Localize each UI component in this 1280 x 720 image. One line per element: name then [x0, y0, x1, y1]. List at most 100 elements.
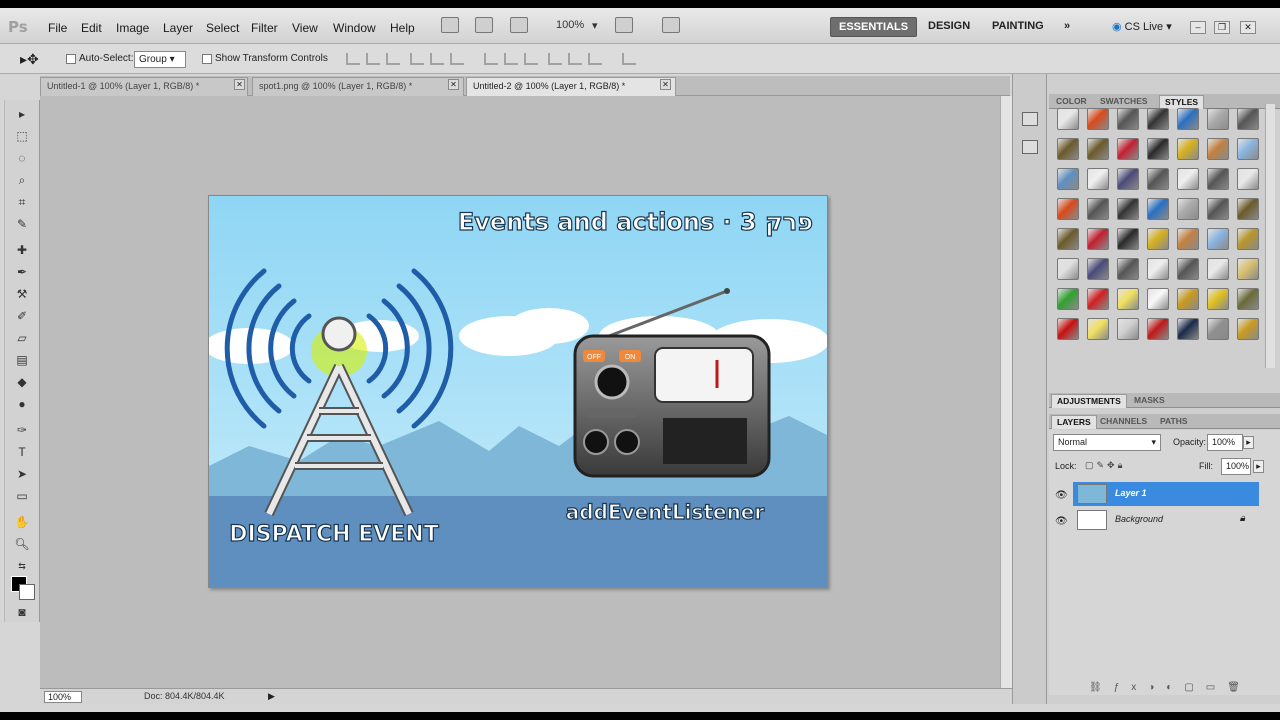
style-swatch[interactable] [1057, 198, 1079, 220]
distribute-left-icon[interactable] [548, 53, 562, 65]
close-tab-icon[interactable]: ✕ [660, 79, 671, 90]
style-swatch[interactable] [1147, 288, 1169, 310]
crop-tool-icon[interactable]: ⌗ [13, 194, 31, 210]
eye-icon[interactable]: 👁︎ [1055, 516, 1068, 527]
style-swatch[interactable] [1207, 258, 1229, 280]
style-swatch[interactable] [1147, 108, 1169, 130]
style-swatch[interactable] [1207, 228, 1229, 250]
menu-filter[interactable]: Filter [251, 21, 278, 35]
style-swatch[interactable] [1177, 198, 1199, 220]
chevron-down-icon[interactable]: ▾ [592, 19, 598, 32]
eye-icon[interactable]: 👁︎ [1055, 490, 1068, 501]
clone-stamp-tool-icon[interactable]: ⚒ [13, 286, 31, 302]
fill-arrow-icon[interactable]: ▸ [1253, 460, 1264, 473]
quick-mask-icon[interactable]: ◙ [13, 604, 31, 620]
dodge-tool-icon[interactable]: ● [13, 396, 31, 412]
style-swatch[interactable] [1057, 168, 1079, 190]
opacity-field[interactable]: 100% [1207, 434, 1243, 451]
auto-select-checkbox[interactable] [66, 54, 76, 64]
close-tab-icon[interactable]: ✕ [234, 79, 245, 90]
style-swatch[interactable] [1237, 168, 1259, 190]
zoom-tool-icon[interactable]: 🔍︎ [13, 536, 31, 552]
arrange-documents-icon[interactable] [615, 17, 633, 33]
style-swatch[interactable] [1087, 168, 1109, 190]
style-swatch[interactable] [1117, 318, 1139, 340]
style-swatch[interactable] [1117, 198, 1139, 220]
style-swatch[interactable] [1057, 288, 1079, 310]
view-extras-icon[interactable] [510, 17, 528, 33]
style-swatch[interactable] [1207, 168, 1229, 190]
style-swatch[interactable] [1207, 318, 1229, 340]
style-swatch[interactable] [1177, 228, 1199, 250]
document-canvas[interactable]: OFF ON Events and actions · 3 פרק DISPAT… [208, 195, 828, 588]
distribute-hcenter-icon[interactable] [568, 53, 582, 65]
style-swatch[interactable] [1237, 138, 1259, 160]
style-swatch[interactable] [1087, 258, 1109, 280]
move-tool-icon[interactable]: ▸ [13, 106, 31, 122]
fill-field[interactable]: 100% [1221, 458, 1251, 475]
style-swatch[interactable] [1117, 258, 1139, 280]
status-menu-arrow-icon[interactable]: ▶ [268, 691, 275, 702]
vertical-scrollbar[interactable] [1000, 96, 1012, 692]
layer-actions-bar[interactable]: ⛓ƒx◑◐▢▭🗑︎ [1089, 682, 1252, 693]
style-swatch[interactable] [1177, 108, 1199, 130]
align-left-icon[interactable] [410, 53, 424, 65]
path-select-tool-icon[interactable]: ➤ [13, 466, 31, 482]
style-swatch[interactable] [1117, 138, 1139, 160]
style-swatch[interactable] [1087, 108, 1109, 130]
style-swatch[interactable] [1087, 288, 1109, 310]
style-swatch[interactable] [1207, 108, 1229, 130]
restore-button[interactable]: ❐ [1214, 21, 1230, 34]
shape-tool-icon[interactable]: ▭ [13, 488, 31, 504]
style-swatch[interactable] [1207, 138, 1229, 160]
style-swatch[interactable] [1237, 258, 1259, 280]
style-swatch[interactable] [1147, 138, 1169, 160]
blend-mode-dropdown[interactable]: Normal ▾ [1053, 434, 1161, 451]
lasso-tool-icon[interactable]: ◌ [13, 150, 31, 166]
move-tool-preset-icon[interactable]: ▸✥ [20, 51, 39, 68]
gradient-tool-icon[interactable]: ▤ [13, 352, 31, 368]
distribute-top-icon[interactable] [484, 53, 498, 65]
style-swatch[interactable] [1177, 288, 1199, 310]
pen-tool-icon[interactable]: ✑ [13, 422, 31, 438]
style-swatch[interactable] [1087, 228, 1109, 250]
style-swatch[interactable] [1087, 198, 1109, 220]
quick-select-tool-icon[interactable]: ⌕ [13, 172, 31, 188]
align-bottom-icon[interactable] [386, 53, 400, 65]
workspace-design[interactable]: DESIGN [920, 17, 978, 37]
opacity-arrow-icon[interactable]: ▸ [1243, 436, 1254, 449]
style-swatch[interactable] [1087, 138, 1109, 160]
status-zoom-field[interactable]: 100% [44, 691, 82, 703]
screen-mode-icon[interactable] [662, 17, 680, 33]
menu-file[interactable]: File [48, 21, 67, 35]
tab-masks[interactable]: MASKS [1129, 394, 1170, 408]
blur-tool-icon[interactable]: ◆ [13, 374, 31, 390]
style-swatch[interactable] [1117, 228, 1139, 250]
menu-select[interactable]: Select [206, 21, 239, 35]
layer-row-background[interactable]: Background 🔒︎ [1073, 508, 1259, 532]
zoom-level-dropdown[interactable]: 100% [556, 19, 584, 31]
workspace-painting[interactable]: PAINTING [984, 17, 1052, 37]
style-swatch[interactable] [1147, 228, 1169, 250]
tab-adjustments[interactable]: ADJUSTMENTS [1051, 394, 1127, 408]
style-swatch[interactable] [1237, 228, 1259, 250]
style-swatch[interactable] [1177, 168, 1199, 190]
style-swatch[interactable] [1057, 318, 1079, 340]
background-color-swatch[interactable] [19, 584, 35, 600]
distribute-bottom-icon[interactable] [524, 53, 538, 65]
menu-help[interactable]: Help [390, 21, 415, 35]
style-swatch[interactable] [1237, 198, 1259, 220]
minimize-button[interactable]: – [1190, 21, 1206, 34]
styles-scrollbar[interactable] [1265, 104, 1275, 368]
hand-tool-icon[interactable]: ✋ [13, 514, 31, 530]
tab-untitled-2[interactable]: Untitled-2 @ 100% (Layer 1, RGB/8) * [466, 77, 676, 96]
close-button[interactable]: ✕ [1240, 21, 1256, 34]
style-swatch[interactable] [1057, 258, 1079, 280]
cs-live-button[interactable]: ◉ CS Live ▾ [1104, 17, 1180, 37]
menu-window[interactable]: Window [333, 21, 376, 35]
workspaces-more[interactable]: » [1056, 17, 1078, 37]
style-swatch[interactable] [1117, 108, 1139, 130]
style-swatch[interactable] [1177, 318, 1199, 340]
menu-layer[interactable]: Layer [163, 21, 193, 35]
history-panel-icon[interactable] [1022, 112, 1038, 126]
